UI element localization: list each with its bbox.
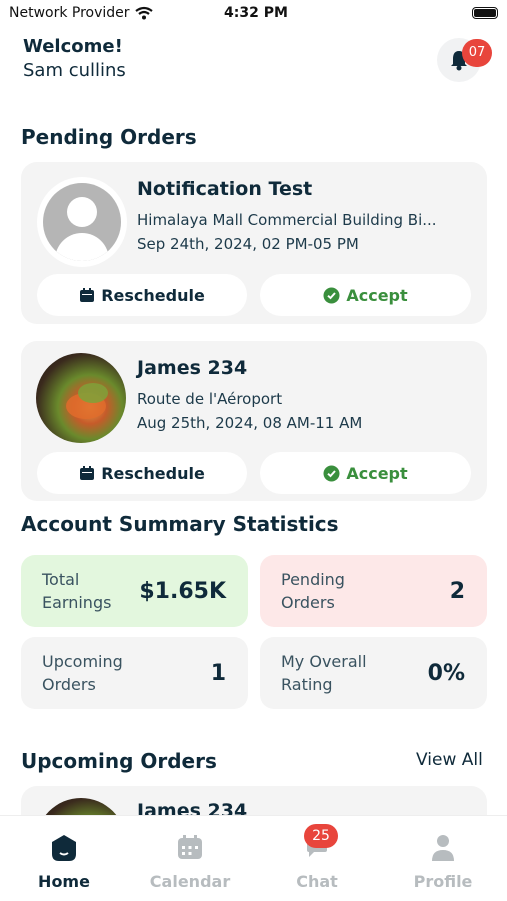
calendar-icon: [79, 287, 95, 303]
pending-order-card[interactable]: James 234 Route de l'Aéroport Aug 25th, …: [21, 341, 487, 501]
upcoming-orders-title: Upcoming Orders: [21, 749, 217, 773]
accept-label: Accept: [346, 463, 408, 483]
customer-photo: [36, 353, 126, 443]
calendar-icon: [140, 834, 240, 860]
chat-badge: 25: [304, 824, 338, 848]
stat-upcoming-orders: Upcoming Orders 1: [21, 637, 248, 709]
stat-total-earnings: Total Earnings $1.65K: [21, 555, 248, 627]
accept-button[interactable]: Accept: [260, 274, 471, 316]
check-circle-icon: [323, 287, 340, 304]
welcome-text: Welcome!: [23, 36, 123, 57]
status-bar: Network Provider 4:32 PM: [0, 0, 507, 28]
nav-label: Home: [38, 872, 90, 891]
clock: 4:32 PM: [224, 5, 288, 21]
stat-pending-orders: Pending Orders 2: [260, 555, 487, 627]
calendar-icon: [79, 465, 95, 481]
stat-label: Total Earnings: [42, 570, 112, 612]
order-customer-name: Notification Test: [137, 178, 313, 200]
summary-title: Account Summary Statistics: [21, 512, 339, 536]
accept-button[interactable]: Accept: [260, 452, 471, 494]
reschedule-button[interactable]: Reschedule: [37, 274, 247, 316]
stat-value: $1.65K: [139, 578, 226, 604]
home-icon: [14, 834, 114, 862]
wifi-icon: [135, 6, 153, 24]
nav-label: Calendar: [149, 872, 231, 891]
order-address: Route de l'Aéroport: [137, 390, 283, 408]
reschedule-label: Reschedule: [101, 285, 205, 305]
stat-label: Pending Orders: [281, 570, 345, 612]
stat-label: Upcoming Orders: [42, 652, 123, 694]
order-date: Sep 24th, 2024, 02 PM-05 PM: [137, 235, 359, 253]
order-date: Aug 25th, 2024, 08 AM-11 AM: [137, 414, 363, 432]
nav-home[interactable]: Home: [14, 816, 114, 901]
nav-profile[interactable]: Profile: [393, 816, 493, 901]
notification-badge: 07: [462, 39, 492, 67]
nav-calendar[interactable]: Calendar: [140, 816, 240, 901]
stat-overall-rating: My Overall Rating 0%: [260, 637, 487, 709]
stat-label: My Overall Rating: [281, 652, 367, 694]
view-all-link[interactable]: View All: [416, 750, 483, 770]
accept-label: Accept: [346, 285, 408, 305]
default-avatar-icon: [43, 183, 121, 261]
order-address: Himalaya Mall Commercial Building Bi...: [137, 211, 437, 229]
order-customer-name: James 234: [137, 357, 248, 379]
reschedule-label: Reschedule: [101, 463, 205, 483]
bottom-nav: Home Calendar Chat Profile: [0, 815, 507, 901]
check-circle-icon: [323, 465, 340, 482]
stat-value: 2: [449, 578, 465, 604]
nav-label: Chat: [296, 872, 338, 891]
pending-orders-title: Pending Orders: [21, 125, 197, 149]
stat-value: 0%: [427, 660, 465, 686]
nav-label: Profile: [413, 872, 473, 891]
pending-order-card[interactable]: Notification Test Himalaya Mall Commerci…: [21, 162, 487, 324]
user-name: Sam cullins: [23, 60, 126, 81]
network-provider: Network Provider: [9, 5, 130, 21]
reschedule-button[interactable]: Reschedule: [37, 452, 247, 494]
stat-value: 1: [210, 660, 226, 686]
avatar: [37, 177, 127, 267]
battery-icon: [472, 7, 498, 19]
profile-icon: [393, 834, 493, 862]
